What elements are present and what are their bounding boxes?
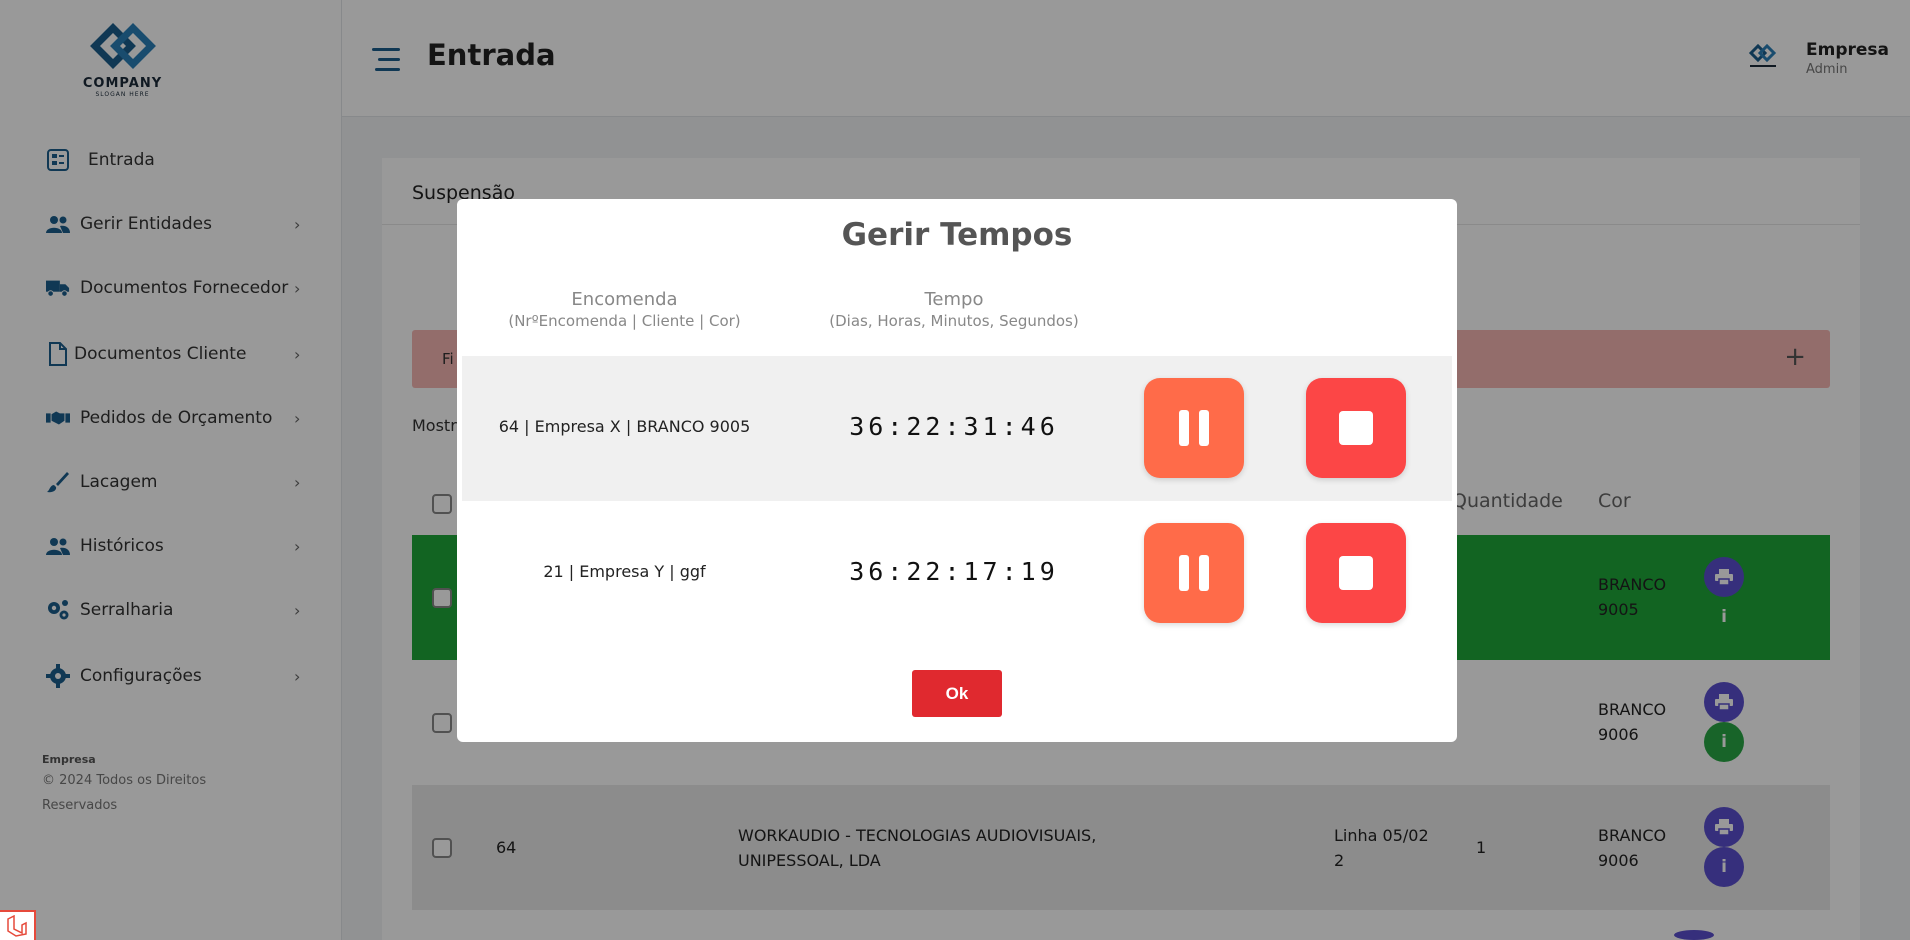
stop-button[interactable] (1306, 523, 1406, 623)
column-time-subtitle: (Dias, Horas, Minutos, Segundos) (829, 312, 1079, 330)
timer-row: 21 | Empresa Y | ggf 36:22:17:19 (462, 501, 1452, 646)
timer-value: 36:22:17:19 (849, 557, 1059, 586)
column-time-title: Tempo (924, 289, 984, 310)
column-header-order: Encomenda (NrºEncomenda | Cliente | Cor) (457, 289, 792, 330)
stop-icon (1339, 556, 1373, 590)
pause-icon (1179, 410, 1209, 446)
timer-row: 64 | Empresa X | BRANCO 9005 36:22:31:46 (462, 356, 1452, 501)
laravel-icon (7, 915, 27, 937)
pause-button[interactable] (1144, 378, 1244, 478)
column-order-title: Encomenda (571, 289, 678, 310)
timer-order: 64 | Empresa X | BRANCO 9005 (498, 417, 751, 436)
column-order-subtitle: (NrºEncomenda | Cliente | Cor) (508, 312, 741, 330)
stop-button[interactable] (1306, 378, 1406, 478)
modal-title: Gerir Tempos (841, 217, 1073, 253)
column-header-time: Tempo (Dias, Horas, Minutos, Segundos) (819, 289, 1089, 330)
debug-badge[interactable] (0, 910, 36, 940)
pause-icon (1179, 555, 1209, 591)
pause-button[interactable] (1144, 523, 1244, 623)
stop-icon (1339, 411, 1373, 445)
gerir-tempos-modal: Gerir Tempos Encomenda (NrºEncomenda | C… (457, 199, 1457, 742)
timer-order: 21 | Empresa Y | ggf (543, 562, 706, 581)
timer-value: 36:22:31:46 (849, 412, 1059, 441)
ok-button[interactable]: Ok (912, 670, 1002, 717)
